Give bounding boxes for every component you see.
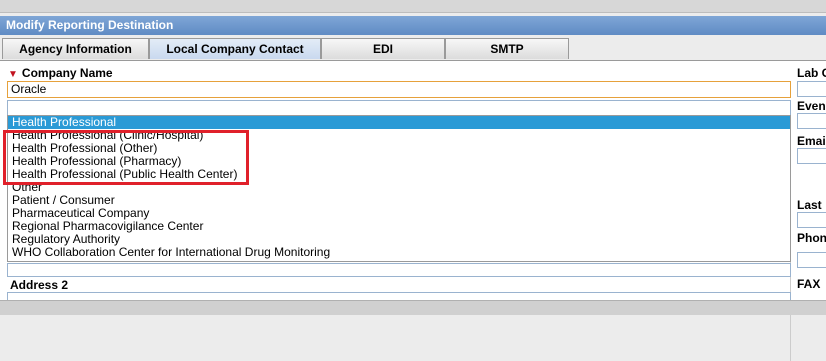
lab-input[interactable] [797,81,826,97]
last-name-input[interactable] [797,212,826,228]
bottom-bar [0,300,826,315]
fax-label: FAX [797,277,821,291]
dropdown-option[interactable]: Health Professional (Public Health Cente… [8,168,790,181]
address-2-label: Address 2 [10,278,69,292]
email-input[interactable] [797,148,826,164]
dropdown-option[interactable]: Regional Pharmacovigilance Center [8,220,790,233]
company-name-input[interactable]: Oracle [7,81,791,98]
dropdown-option[interactable]: Other [8,181,790,194]
tab-local-company-contact[interactable]: Local Company Contact [149,38,321,59]
email-label: Emai [797,134,826,148]
tab-smtp[interactable]: SMTP [445,38,569,59]
event-input[interactable] [797,113,826,129]
tab-bar: Agency Information Local Company Contact… [0,38,826,60]
dropdown-option[interactable]: WHO Collaboration Center for Internation… [8,246,790,259]
contact-type-select[interactable] [7,100,791,116]
contact-type-field-bottom[interactable] [7,263,791,277]
contact-type-dropdown-list: Health Professional Health Professional … [7,115,791,262]
required-flag-icon: ▼ [8,69,18,80]
tab-agency-information[interactable]: Agency Information [2,38,149,59]
lab-label: Lab C [797,66,826,80]
company-name-label: ▼ Company Name [8,66,113,80]
top-toolbar [0,0,826,13]
dialog-title: Modify Reporting Destination [0,16,826,35]
phone-input[interactable] [797,252,826,268]
last-name-label: Last [797,198,822,212]
tab-edi[interactable]: EDI [321,38,445,59]
phone-label: Phon [797,231,826,245]
company-name-label-text: Company Name [21,66,113,80]
event-label: Even [797,99,826,113]
